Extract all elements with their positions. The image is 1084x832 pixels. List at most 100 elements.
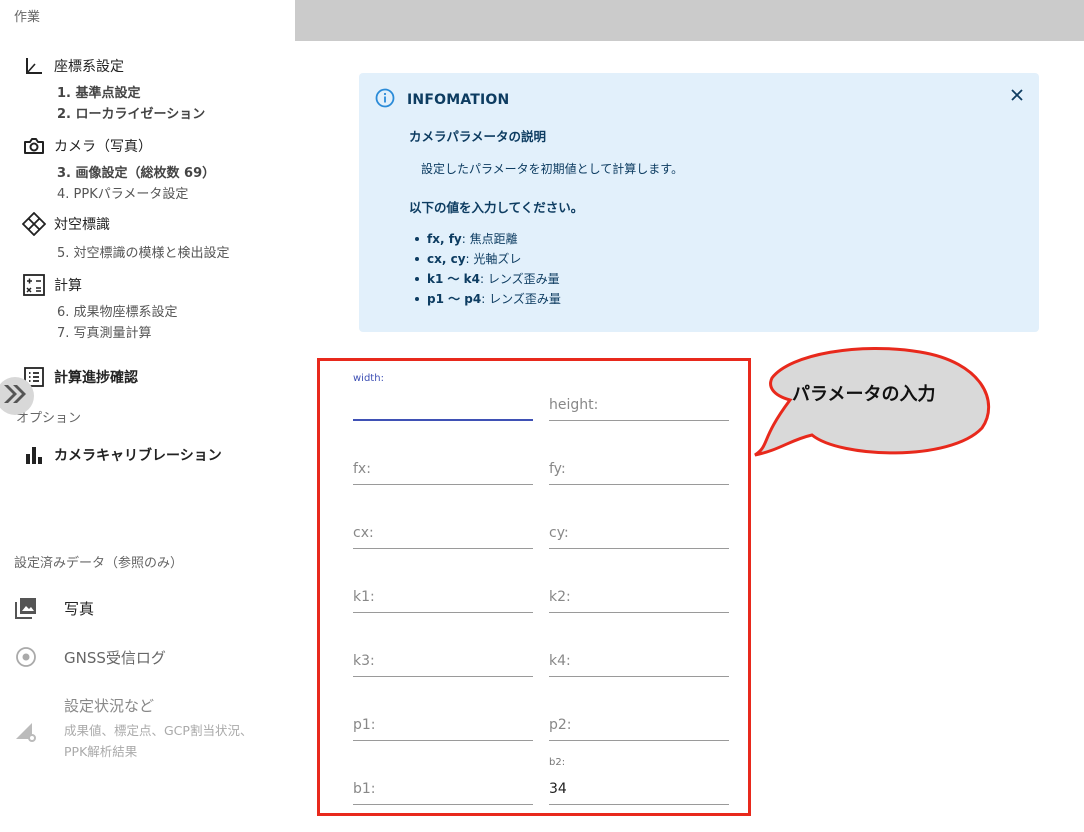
ref-item-photo[interactable]: 写真 [14, 596, 94, 620]
info-title: INFOMATION [407, 92, 510, 108]
sidebar-group-calc[interactable]: 計算 [22, 273, 82, 297]
fx-field[interactable]: fx: [353, 437, 533, 485]
field-underline [353, 419, 533, 421]
sidebar-group-label: カメラ（写真） [54, 139, 152, 155]
sidebar: 作業 座標系設定 1. 基準点設定 2. ローカライゼーション カメラ（写真） … [0, 0, 295, 832]
sidebar-item-marker-detect[interactable]: 5. 対空標識の模様と検出設定 [57, 242, 230, 261]
info-description: 設定したパラメータを初期値として計算します。 [421, 162, 684, 176]
section-title-work: 作業 [14, 10, 41, 25]
cy-field[interactable]: cy: [549, 501, 729, 549]
field-placeholder: fy: [549, 461, 566, 477]
sidebar-group-label: 計算 [54, 278, 82, 294]
ref-item-text: 設定状況など 成果値、標定点、GCP割当状況、 PPK解析結果 [64, 695, 252, 760]
double-chevron-right-icon [2, 383, 28, 409]
field-label: width: [353, 373, 384, 384]
close-icon [1011, 86, 1023, 105]
field-placeholder: b1: [353, 781, 376, 797]
param-desc: : レンズ歪み量 [480, 272, 560, 286]
sidebar-item-label: カメラキャリブレーション [54, 448, 222, 464]
ref-item-label: 設定状況など [64, 697, 155, 715]
field-placeholder: k2: [549, 589, 571, 605]
camera-icon [22, 134, 46, 158]
sidebar-item-base-point[interactable]: 1. 基準点設定 [57, 82, 141, 101]
info-param-list: fx, fy: 焦点距離 cx, cy: 光軸ズレ k1 〜 k4: レンズ歪み… [409, 229, 561, 309]
ref-item-desc-line2: PPK解析結果 [64, 744, 138, 759]
param-desc: : 光軸ズレ [465, 252, 522, 266]
field-placeholder: fx: [353, 461, 371, 477]
sidebar-item-localization[interactable]: 2. ローカライゼーション [57, 103, 205, 122]
field-underline [549, 548, 729, 549]
ref-item-desc-line1: 成果値、標定点、GCP割当状況、 [64, 723, 253, 738]
cx-field[interactable]: cx: [353, 501, 533, 549]
callout-text: パラメータの入力 [792, 384, 936, 405]
field-underline [549, 612, 729, 613]
k2-field[interactable]: k2: [549, 565, 729, 613]
field-underline [353, 804, 533, 805]
b1-field[interactable]: b1: [353, 757, 533, 805]
field-underline [353, 612, 533, 613]
radio-button-icon [14, 645, 38, 669]
field-underline [549, 420, 729, 421]
p2-field[interactable]: p2: [549, 693, 729, 741]
close-button[interactable] [1007, 85, 1027, 105]
param-key: p1 〜 p4 [427, 292, 482, 306]
field-underline [549, 740, 729, 741]
param-key: cx, cy [427, 252, 466, 266]
signal-settings-icon [14, 719, 38, 743]
field-placeholder: k4: [549, 653, 571, 669]
sidebar-item-camera-calibration[interactable]: カメラキャリブレーション [22, 443, 222, 467]
info-icon [375, 88, 395, 112]
field-value: 34 [549, 781, 567, 797]
field-placeholder: height: [549, 397, 599, 413]
bar-chart-icon [22, 443, 46, 467]
k1-field[interactable]: k1: [353, 565, 533, 613]
axis-icon [22, 54, 46, 78]
sidebar-item-ppk-params[interactable]: 4. PPKパラメータ設定 [57, 183, 188, 202]
sidebar-group-coordinate[interactable]: 座標系設定 [22, 54, 124, 78]
section-title-reference: 設定済みデータ（参照のみ） [14, 556, 184, 571]
k3-field[interactable]: k3: [353, 629, 533, 677]
ref-item-label: GNSS受信ログ [64, 648, 166, 667]
fy-field[interactable]: fy: [549, 437, 729, 485]
field-placeholder: p2: [549, 717, 572, 733]
field-underline [353, 676, 533, 677]
sidebar-group-camera[interactable]: カメラ（写真） [22, 134, 152, 158]
b2-field[interactable]: b2: 34 [549, 757, 729, 805]
sidebar-item-output-crs[interactable]: 6. 成果物座標系設定 [57, 301, 178, 320]
p1-field[interactable]: p1: [353, 693, 533, 741]
param-key: fx, fy [427, 232, 462, 246]
width-field[interactable]: width: [353, 373, 533, 421]
list-item: k1 〜 k4: レンズ歪み量 [409, 269, 561, 289]
field-underline [549, 804, 729, 805]
info-subtitle: カメラパラメータの説明 [409, 129, 547, 144]
list-item: fx, fy: 焦点距離 [409, 229, 561, 249]
param-key: k1 〜 k4 [427, 272, 481, 286]
field-placeholder: k3: [353, 653, 375, 669]
field-underline [353, 484, 533, 485]
field-placeholder: p1: [353, 717, 376, 733]
ref-item-gnss-log[interactable]: GNSS受信ログ [14, 645, 166, 669]
param-desc: : レンズ歪み量 [481, 292, 561, 306]
sidebar-group-progress[interactable]: 計算進捗確認 [22, 365, 138, 389]
info-instruction: 以下の値を入力してください。 [409, 200, 584, 215]
calculator-icon [22, 273, 46, 297]
photo-library-icon [14, 596, 38, 620]
param-desc: : 焦点距離 [461, 232, 518, 246]
sidebar-group-marker[interactable]: 対空標識 [22, 212, 110, 236]
k4-field[interactable]: k4: [549, 629, 729, 677]
sidebar-item-photogrammetry[interactable]: 7. 写真測量計算 [57, 322, 152, 341]
height-field[interactable]: height: [549, 373, 729, 421]
list-item: p1 〜 p4: レンズ歪み量 [409, 289, 561, 309]
info-alert: INFOMATION カメラパラメータの説明 設定したパラメータを初期値として計… [359, 73, 1039, 332]
ref-item-label: 写真 [64, 599, 95, 618]
ref-item-settings-status[interactable]: 設定状況など 成果値、標定点、GCP割当状況、 PPK解析結果 [14, 695, 252, 760]
info-header: INFOMATION [375, 88, 509, 112]
sidebar-item-image-settings[interactable]: 3. 画像設定（総枚数 69） [57, 162, 215, 181]
list-item: cx, cy: 光軸ズレ [409, 249, 561, 269]
sidebar-group-label: 対空標識 [54, 217, 110, 233]
field-underline [549, 676, 729, 677]
field-placeholder: k1: [353, 589, 375, 605]
field-placeholder: cy: [549, 525, 569, 541]
field-underline [353, 548, 533, 549]
sidebar-group-label: 座標系設定 [54, 59, 124, 75]
